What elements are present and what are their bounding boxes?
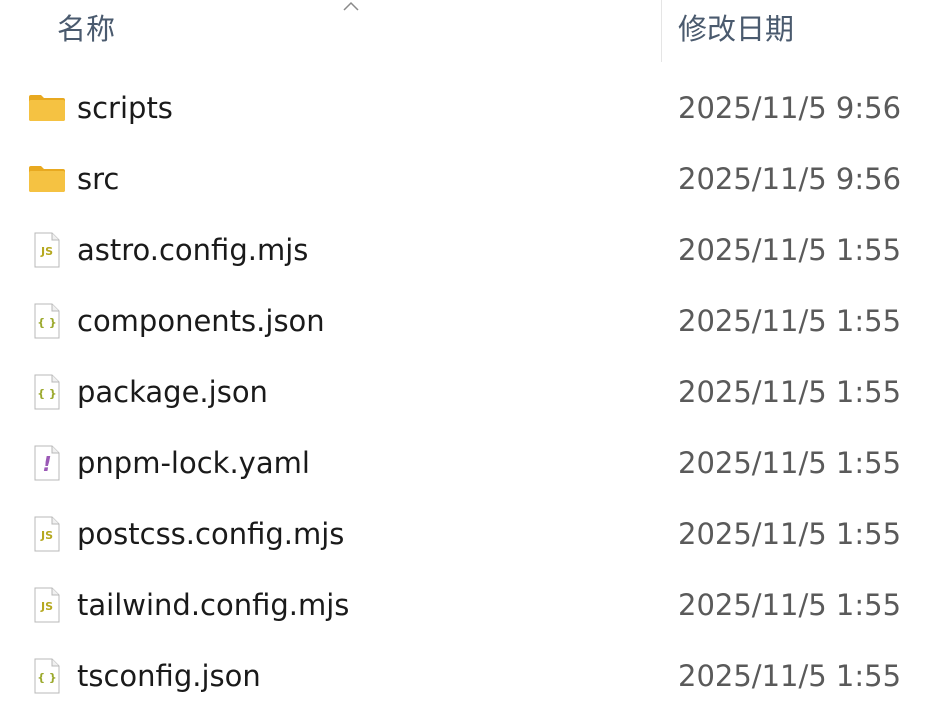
js-file-icon: JS [28,231,66,269]
svg-text:{ }: { } [37,316,57,329]
file-row[interactable]: { } package.json 2025/11/5 1:55 [0,356,940,427]
file-row[interactable]: { } components.json 2025/11/5 1:55 [0,285,940,356]
svg-text:{ }: { } [37,671,57,684]
file-row[interactable]: JS postcss.config.mjs 2025/11/5 1:55 [0,498,940,569]
file-date-modified: 2025/11/5 9:56 [678,162,902,196]
file-row[interactable]: JS tailwind.config.mjs 2025/11/5 1:55 [0,569,940,640]
json-file-icon: { } [28,302,66,340]
file-row[interactable]: JS astro.config.mjs 2025/11/5 1:55 [0,214,940,285]
file-date-modified: 2025/11/5 1:55 [678,588,902,622]
file-date-modified: 2025/11/5 1:55 [678,446,902,480]
sort-ascending-icon [343,1,359,11]
date-modified-column-label: 修改日期 [678,12,795,46]
folder-icon [28,160,66,198]
file-name: pnpm-lock.yaml [77,446,310,480]
file-explorer: 名称 修改日期 scripts 2025/11/5 9:56 src 2025/11/… [0,0,940,710]
svg-text:JS: JS [40,600,53,613]
json-file-icon: { } [28,657,66,695]
json-file-icon: { } [28,373,66,411]
name-column-header[interactable]: 名称 [0,0,661,62]
file-date-modified: 2025/11/5 9:56 [678,91,902,125]
file-date-modified: 2025/11/5 1:55 [678,659,902,693]
svg-text:JS: JS [40,529,53,542]
folder-icon [28,89,66,127]
file-list: scripts 2025/11/5 9:56 src 2025/11/5 9:56 JS… [0,72,940,710]
file-row[interactable]: src 2025/11/5 9:56 [0,143,940,214]
file-name: package.json [77,375,268,409]
file-name: components.json [77,304,325,338]
file-name: scripts [77,91,173,125]
file-date-modified: 2025/11/5 1:55 [678,304,902,338]
file-name: astro.config.mjs [77,233,309,267]
file-row[interactable]: ! pnpm-lock.yaml 2025/11/5 1:55 [0,427,940,498]
date-modified-column-header[interactable]: 修改日期 [662,0,940,62]
file-name: tsconfig.json [77,659,261,693]
yaml-file-icon: ! [28,444,66,482]
js-file-icon: JS [28,515,66,553]
svg-text:!: ! [42,452,51,476]
file-date-modified: 2025/11/5 1:55 [678,517,902,551]
file-row[interactable]: { } tsconfig.json 2025/11/5 1:55 [0,640,940,710]
file-date-modified: 2025/11/5 1:55 [678,375,902,409]
file-date-modified: 2025/11/5 1:55 [678,233,902,267]
svg-text:JS: JS [40,245,53,258]
file-name: tailwind.config.mjs [77,588,350,622]
name-column-label: 名称 [57,12,116,46]
file-row[interactable]: scripts 2025/11/5 9:56 [0,72,940,143]
svg-text:{ }: { } [37,387,57,400]
file-name: src [77,162,120,196]
column-header-bar: 名称 修改日期 [0,0,940,62]
file-name: postcss.config.mjs [77,517,345,551]
js-file-icon: JS [28,586,66,624]
